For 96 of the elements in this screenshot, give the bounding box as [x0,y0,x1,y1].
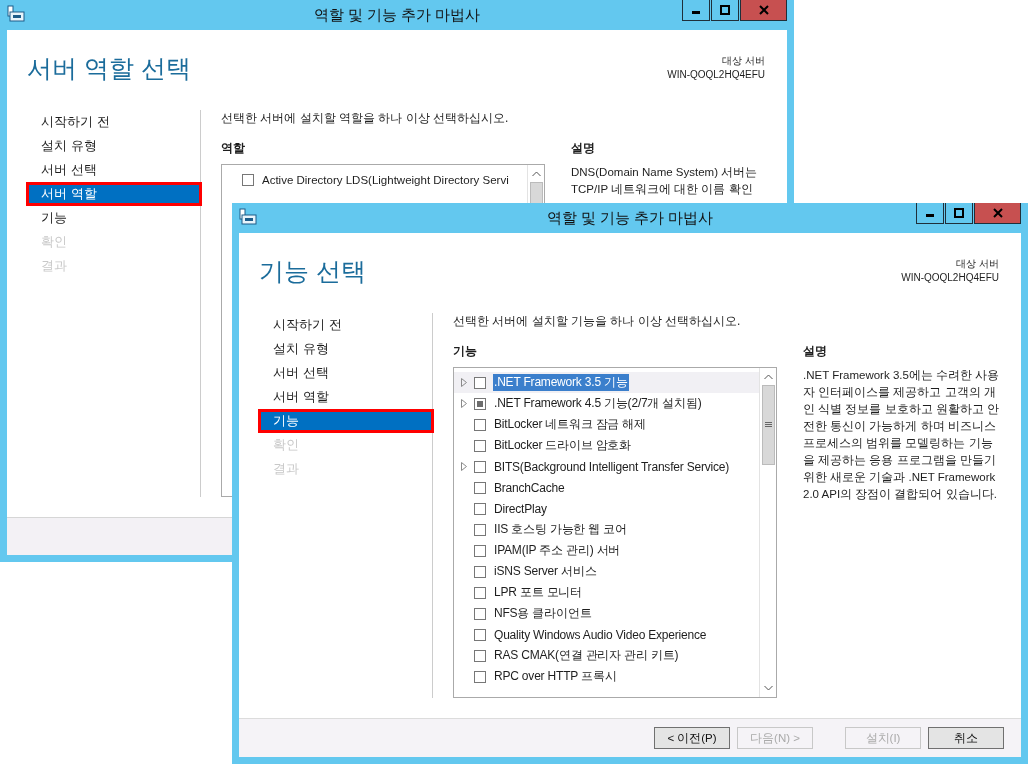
nav-step[interactable]: 서버 역할 [26,182,202,206]
item-label: BitLocker 드라이브 암호화 [493,437,633,454]
list-item[interactable]: .NET Framework 4.5 기능(2/7개 설치됨) [454,393,759,414]
checkbox[interactable] [474,397,486,410]
item-label: NFS용 클라이언트 [493,605,593,622]
checkbox[interactable] [474,670,486,683]
description-text: .NET Framework 3.5에는 수려한 사용자 인터페이스를 제공하고 고객의 개인 식별 정보를 보호하고 원활하고 안전한 통신이 가능하게 하며 비즈니스 프로세스의 범위를 모델링하는 기능을 제공하는 응용 프로그램을 만들기 위한 새로운 기술과 .NET Framework 2.0 API의 장점이 결합되어 있습니다. [803,368,1001,502]
description-text: DNS(Domain Name System) 서버는 TCP/IP 네트워크에 대한 이름 확인 [571,165,759,197]
minimize-button[interactable] [682,0,710,21]
item-label: RAS CMAK(연결 관리자 관리 키트) [493,647,680,664]
page-heading: 기능 선택 [259,256,366,287]
target-server-name: WIN-QOQL2HQ4EFU [667,68,765,82]
page-heading: 서버 역할 선택 [27,53,191,84]
nav-step[interactable]: 설치 유형 [258,337,434,361]
checkbox[interactable] [474,544,486,557]
checkbox[interactable] [474,649,486,662]
scroll-thumb[interactable] [761,385,775,465]
scroll-down-icon [763,685,773,691]
nav-step[interactable]: 서버 선택 [258,361,434,385]
target-server-name: WIN-QOQL2HQ4EFU [901,271,999,285]
checkbox[interactable] [474,523,486,536]
wizard-button[interactable]: 취소 [928,727,1004,749]
target-server-label: 대상 서버 [955,257,999,271]
list-item[interactable]: NFS용 클라이언트 [454,603,759,624]
list-item[interactable]: IIS 호스팅 가능한 웹 코어 [454,519,759,540]
item-label: DirectPlay [493,501,548,516]
maximize-button[interactable] [711,0,739,21]
checkbox[interactable] [474,439,486,452]
scroll-up-icon [763,374,773,380]
maximize-icon [720,5,730,15]
window-title: 역할 및 기능 추가 마법사 [313,6,481,25]
item-label: iSNS Server 서비스 [493,563,598,580]
scrollbar[interactable] [759,368,776,697]
nav-step[interactable]: 시작하기 전 [258,313,434,337]
list-item[interactable]: RAS CMAK(연결 관리자 관리 키트) [454,645,759,666]
item-label: RPC over HTTP 프록시 [493,668,618,685]
server-manager-icon [6,5,26,23]
list-heading: 기능 [453,343,478,360]
checkbox[interactable] [474,607,486,620]
list-item[interactable]: .NET Framework 3.5 기능 [454,372,759,393]
wizard-button[interactable]: < 이전(P) [654,727,730,749]
list-heading: 역할 [221,140,246,157]
server-manager-icon [238,208,258,226]
checkbox[interactable] [474,565,486,578]
item-label: .NET Framework 3.5 기능 [493,374,629,391]
close-icon [992,208,1003,218]
list-item[interactable]: BitLocker 드라이브 암호화 [454,435,759,456]
item-label: Quality Windows Audio Video Experience [493,627,708,642]
close-button[interactable] [740,0,787,21]
checkbox[interactable] [474,376,486,389]
item-label: IPAM(IP 주소 관리) 서버 [493,542,622,559]
nav-step[interactable]: 시작하기 전 [26,110,202,134]
list-item[interactable]: BITS(Background Intelligent Transfer Service) [454,456,759,477]
nav-step[interactable]: 서버 역할 [258,385,434,409]
list-item[interactable]: Quality Windows Audio Video Experience [454,624,759,645]
checkbox[interactable] [474,481,486,494]
minimize-icon [692,10,700,14]
minimize-icon [926,213,934,217]
window-title: 역할 및 기능 추가 마법사 [546,209,714,228]
list-item[interactable]: iSNS Server 서비스 [454,561,759,582]
checkbox[interactable] [474,586,486,599]
nav-step[interactable]: 기능 [26,206,202,230]
list-item[interactable]: BranchCache [454,477,759,498]
checkbox[interactable] [474,460,486,473]
maximize-button[interactable] [945,203,973,224]
item-label: BranchCache [493,480,566,495]
list-item[interactable]: RPC over HTTP 프록시 [454,666,759,687]
nav-step[interactable]: 기능 [258,409,434,433]
item-label: Active Directory LDS(Lightweight Directory Servi [261,173,510,186]
item-label: IIS 호스팅 가능한 웹 코어 [493,521,628,538]
nav-step[interactable]: 설치 유형 [26,134,202,158]
list-item[interactable]: IPAM(IP 주소 관리) 서버 [454,540,759,561]
instruction-text: 선택한 서버에 설치할 역할을 하나 이상 선택하십시오. [221,110,510,127]
close-button[interactable] [974,203,1021,224]
item-label: BITS(Background Intelligent Transfer Service) [493,459,731,474]
scroll-up-icon [531,171,541,177]
list-item[interactable]: Active Directory LDS(Lightweight Directory Servi [222,169,527,190]
item-label: BitLocker 네트워크 잠금 해제 [493,416,648,433]
item-label: .NET Framework 4.5 기능(2/7개 설치됨) [493,395,703,412]
grip-icon [764,422,772,428]
close-icon [758,5,769,15]
nav-step[interactable]: 서버 선택 [26,158,202,182]
checkbox[interactable] [242,173,254,186]
checkbox[interactable] [474,418,486,431]
checkbox[interactable] [474,502,486,515]
target-server-label: 대상 서버 [721,54,765,68]
checkbox[interactable] [474,628,486,641]
description-heading: 설명 [803,343,828,360]
list-item[interactable]: LPR 포트 모니터 [454,582,759,603]
list-item[interactable]: BitLocker 네트워크 잠금 해제 [454,414,759,435]
item-label: LPR 포트 모니터 [493,584,583,601]
list-item[interactable]: DirectPlay [454,498,759,519]
description-heading: 설명 [571,140,596,157]
minimize-button[interactable] [916,203,944,224]
maximize-icon [954,208,964,218]
instruction-text: 선택한 서버에 설치할 기능을 하나 이상 선택하십시오. [453,313,742,330]
